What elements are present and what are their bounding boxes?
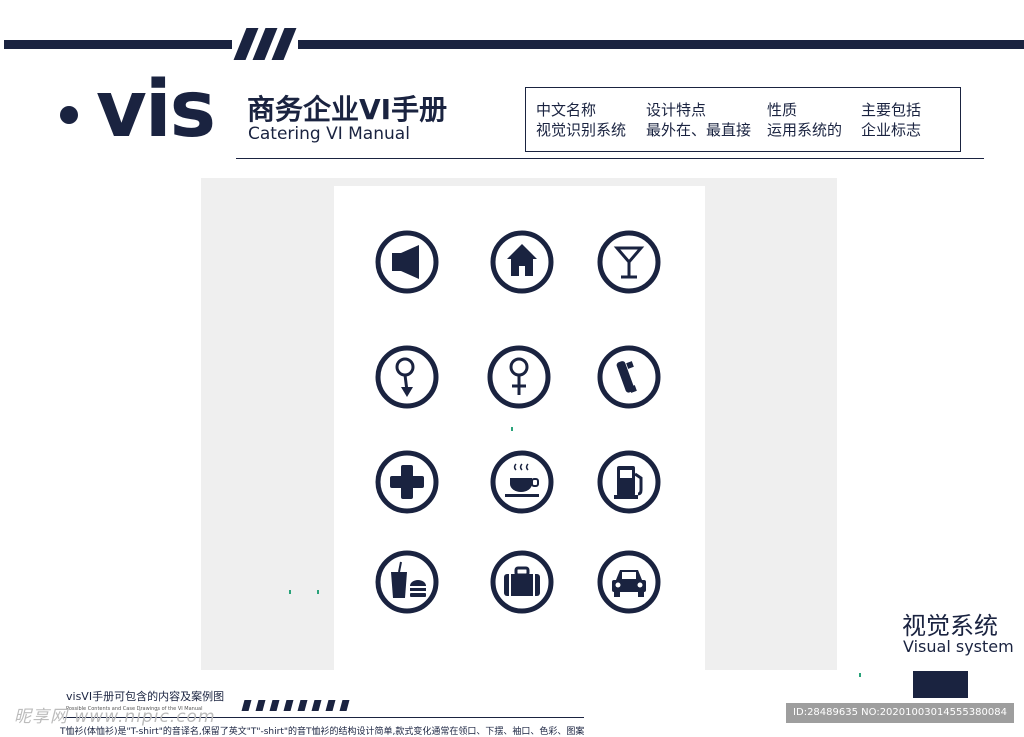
tick-mark bbox=[289, 590, 291, 594]
male-symbol-icon bbox=[375, 345, 439, 409]
brand-dot bbox=[60, 106, 78, 124]
suitcase-icon bbox=[490, 550, 554, 614]
brand-logo: vis bbox=[96, 65, 216, 155]
speaker-icon bbox=[375, 230, 439, 294]
info-value: 运用系统的 bbox=[767, 121, 843, 139]
info-column: 中文名称 视觉识别系统 bbox=[536, 100, 626, 140]
top-bar-right bbox=[298, 40, 1024, 49]
info-label: 中文名称 bbox=[536, 101, 597, 119]
header-divider bbox=[236, 158, 984, 159]
top-bar-left bbox=[4, 40, 232, 49]
info-value: 最外在、最直接 bbox=[646, 121, 752, 139]
dash-mark bbox=[283, 700, 294, 711]
info-value: 企业标志 bbox=[861, 121, 922, 139]
page-title: 商务企业VI手册 bbox=[247, 93, 448, 126]
female-symbol-icon bbox=[487, 345, 551, 409]
page-subtitle: Catering VI Manual bbox=[248, 124, 410, 144]
dash-mark bbox=[241, 700, 252, 711]
info-box: 中文名称 视觉识别系统 设计特点 最外在、最直接 性质 运用系统的 主要包括 企… bbox=[525, 87, 961, 152]
medical-cross-icon bbox=[375, 450, 439, 514]
home-icon bbox=[490, 230, 554, 294]
accent-block bbox=[913, 671, 968, 698]
info-column: 性质 运用系统的 bbox=[767, 100, 842, 140]
dash-mark bbox=[255, 700, 266, 711]
cocktail-icon bbox=[597, 230, 661, 294]
watermark-id: ID:28489635 NO:20201003014555380084 bbox=[786, 703, 1014, 723]
tick-mark bbox=[511, 427, 513, 431]
gas-station-icon bbox=[597, 450, 661, 514]
info-label: 主要包括 bbox=[861, 101, 922, 119]
info-column: 设计特点 最外在、最直接 bbox=[646, 100, 751, 140]
info-column: 主要包括 企业标志 bbox=[861, 100, 921, 140]
dash-mark bbox=[339, 700, 350, 711]
car-icon bbox=[597, 550, 661, 614]
tick-mark bbox=[317, 590, 319, 594]
section-subtitle: Visual system bbox=[903, 637, 1014, 656]
tick-mark bbox=[859, 673, 861, 677]
section-title: 视觉系统 bbox=[902, 612, 998, 640]
phone-icon bbox=[597, 345, 661, 409]
info-label: 设计特点 bbox=[646, 101, 707, 119]
dash-mark bbox=[325, 700, 336, 711]
info-label: 性质 bbox=[767, 101, 798, 119]
watermark-left: 昵享网 www.nipic.com bbox=[14, 707, 216, 727]
dash-mark bbox=[297, 700, 308, 711]
info-value: 视觉识别系统 bbox=[536, 121, 627, 139]
dash-mark bbox=[311, 700, 322, 711]
dash-mark bbox=[269, 700, 280, 711]
fast-food-icon bbox=[375, 550, 439, 614]
coffee-cup-icon bbox=[490, 450, 554, 514]
